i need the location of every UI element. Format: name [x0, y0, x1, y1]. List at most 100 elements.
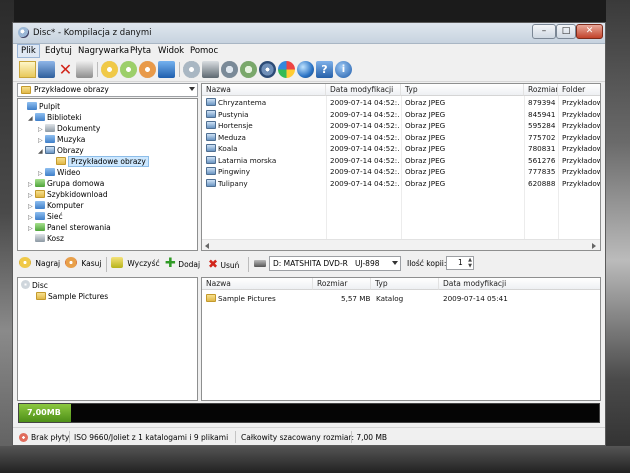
menu-help[interactable]: Pomoc [187, 45, 221, 57]
window-title: Disc* - Kompilacja z danymi [33, 28, 152, 38]
file-name[interactable]: Meduza [206, 132, 324, 143]
new-document-icon[interactable] [19, 61, 36, 78]
tree-item-grupa-domowa[interactable]: ▷ Grupa domowa [28, 178, 104, 189]
file-type: Obraz JPEG [405, 109, 446, 119]
file-name[interactable]: Koala [206, 143, 324, 154]
jpeg-image-icon [206, 178, 216, 187]
file-date: 2009-07-14 04:52:... [330, 155, 400, 165]
add-files-icon[interactable] [101, 61, 118, 78]
disc-column-header-type[interactable]: Typ [371, 278, 439, 290]
tree-toggle[interactable]: ◢ [38, 146, 45, 157]
maximize-button[interactable]: □ [556, 24, 576, 39]
title-bar[interactable]: Disc* - Kompilacja z danymi – □ ✕ [13, 23, 605, 44]
chevron-down-icon[interactable] [392, 261, 398, 265]
copies-stepper[interactable]: 1 ▲ ▼ [446, 256, 474, 270]
clear-button[interactable]: Wyczyść [111, 257, 160, 271]
copy-disc-icon[interactable] [183, 61, 200, 78]
audio-icon[interactable] [221, 61, 238, 78]
stepper-down-icon[interactable]: ▼ [468, 264, 472, 269]
remove-button[interactable]: ✖ Usuń [208, 257, 239, 271]
media-icon[interactable] [240, 61, 257, 78]
minimize-button[interactable]: – [532, 24, 556, 39]
network-icon [35, 212, 45, 220]
burn-icon[interactable] [158, 61, 175, 78]
tree-item-szybkidownload[interactable]: ▷ Szybkidownload [28, 189, 108, 200]
tree-item-komputer[interactable]: ▷ Komputer [28, 200, 84, 211]
tree-item-pulpit[interactable]: Pulpit [20, 101, 60, 112]
horizontal-scrollbar[interactable] [202, 239, 600, 250]
file-list: Nazwa Data modyfikacji Typ Rozmiar Folde… [201, 83, 601, 251]
print-icon[interactable] [76, 61, 93, 78]
tree-item-dokumenty[interactable]: ▷ Dokumenty [38, 123, 100, 134]
jpeg-image-icon [206, 98, 216, 106]
menu-bar: Plik Edytuj Nagrywarka Płyta Widok Pomoc [13, 44, 605, 58]
disc-column-header-size[interactable]: Rozmiar [313, 278, 371, 290]
scroll-right-icon[interactable] [592, 243, 596, 249]
file-size: 777835 [528, 167, 556, 176]
column-header-type[interactable]: Typ [401, 84, 524, 96]
info-icon[interactable]: i [335, 61, 352, 78]
file-name[interactable]: Pustynia [206, 109, 324, 120]
capacity-label: 7,00MB [27, 408, 61, 417]
video-icon [45, 168, 55, 176]
tree-item-panel-sterowania[interactable]: ▷ Panel sterowania [28, 222, 111, 233]
add-folder-icon[interactable] [120, 61, 137, 78]
file-folder: Przykładowe [562, 178, 600, 188]
column-header-name[interactable]: Nazwa [202, 84, 326, 96]
disc-column-header-date[interactable]: Data modyfikacji [439, 278, 600, 290]
disc-icon [21, 280, 30, 289]
globe-icon[interactable] [297, 61, 314, 78]
folder-path-combo[interactable]: Przykładowe obrazy [17, 83, 198, 97]
menu-file[interactable]: Plik [17, 44, 40, 58]
tree-item-kosz[interactable]: Kosz [28, 233, 64, 244]
tree-item-przykladowe-obrazy[interactable]: Przykładowe obrazy [56, 156, 149, 167]
file-folder: Przykładowe [562, 155, 600, 165]
menu-disc[interactable]: Płyta [127, 45, 154, 57]
erase-disc-icon [65, 257, 77, 268]
help-icon[interactable]: ? [316, 61, 333, 78]
add-button[interactable]: ✚ Dodaj [165, 257, 200, 271]
disc-tree-root[interactable]: Disc [21, 280, 48, 291]
erase-button[interactable]: Kasuj [65, 257, 102, 271]
menu-recorder[interactable]: Nagrywarka [75, 45, 132, 57]
music-icon [45, 135, 55, 143]
column-header-folder[interactable]: Folder [558, 84, 600, 96]
disc-row-name[interactable]: Sample Pictures [206, 293, 311, 304]
file-name[interactable]: Tulipany [206, 178, 324, 189]
column-header-date[interactable]: Data modyfikacji [326, 84, 401, 96]
file-folder: Przykładowe [562, 109, 600, 119]
column-divider [401, 96, 402, 239]
file-name[interactable]: Latarnia morska [206, 155, 324, 166]
file-size: 879394 [528, 98, 556, 107]
tree-item-siec[interactable]: ▷ Sieć [28, 211, 63, 222]
disc-icon[interactable] [139, 61, 156, 78]
color-wheel-icon[interactable] [278, 61, 295, 78]
delete-icon[interactable]: ✕ [57, 61, 74, 78]
file-name[interactable]: Pingwiny [206, 166, 324, 177]
libraries-icon [35, 113, 45, 121]
burn-button[interactable]: Nagraj [19, 257, 60, 271]
drive-select-value: D: MATSHITA DVD-R UJ-898 [273, 259, 380, 268]
menu-view[interactable]: Widok [155, 45, 187, 57]
drive-select[interactable]: D: MATSHITA DVD-R UJ-898 [269, 256, 401, 271]
copies-value: 1 [458, 258, 463, 267]
tree-item-wideo[interactable]: ▷ Wideo [38, 167, 80, 178]
file-name[interactable]: Chryzantema [206, 97, 324, 108]
tree-toggle[interactable]: ◢ [28, 113, 35, 124]
disc-tree-item-sample-pictures[interactable]: Sample Pictures [36, 291, 108, 302]
file-type: Obraz JPEG [405, 121, 446, 130]
erase-icon[interactable] [202, 61, 219, 78]
settings-icon[interactable] [259, 61, 276, 78]
tree-item-biblioteki[interactable]: ◢ Biblioteki [28, 112, 82, 123]
menu-edit[interactable]: Edytuj [42, 45, 75, 57]
scroll-left-icon[interactable] [205, 243, 209, 249]
file-name[interactable]: Hortensje [206, 120, 324, 131]
tree-item-obrazy[interactable]: ◢ Obrazy [38, 145, 84, 156]
disc-column-header-name[interactable]: Nazwa [202, 278, 313, 290]
tree-item-muzyka[interactable]: ▷ Muzyka [38, 134, 85, 145]
column-header-size[interactable]: Rozmiar [524, 84, 558, 96]
close-button[interactable]: ✕ [576, 24, 603, 39]
save-icon[interactable] [38, 61, 55, 78]
file-size: 561276 [528, 155, 556, 165]
chevron-down-icon[interactable] [189, 87, 195, 91]
